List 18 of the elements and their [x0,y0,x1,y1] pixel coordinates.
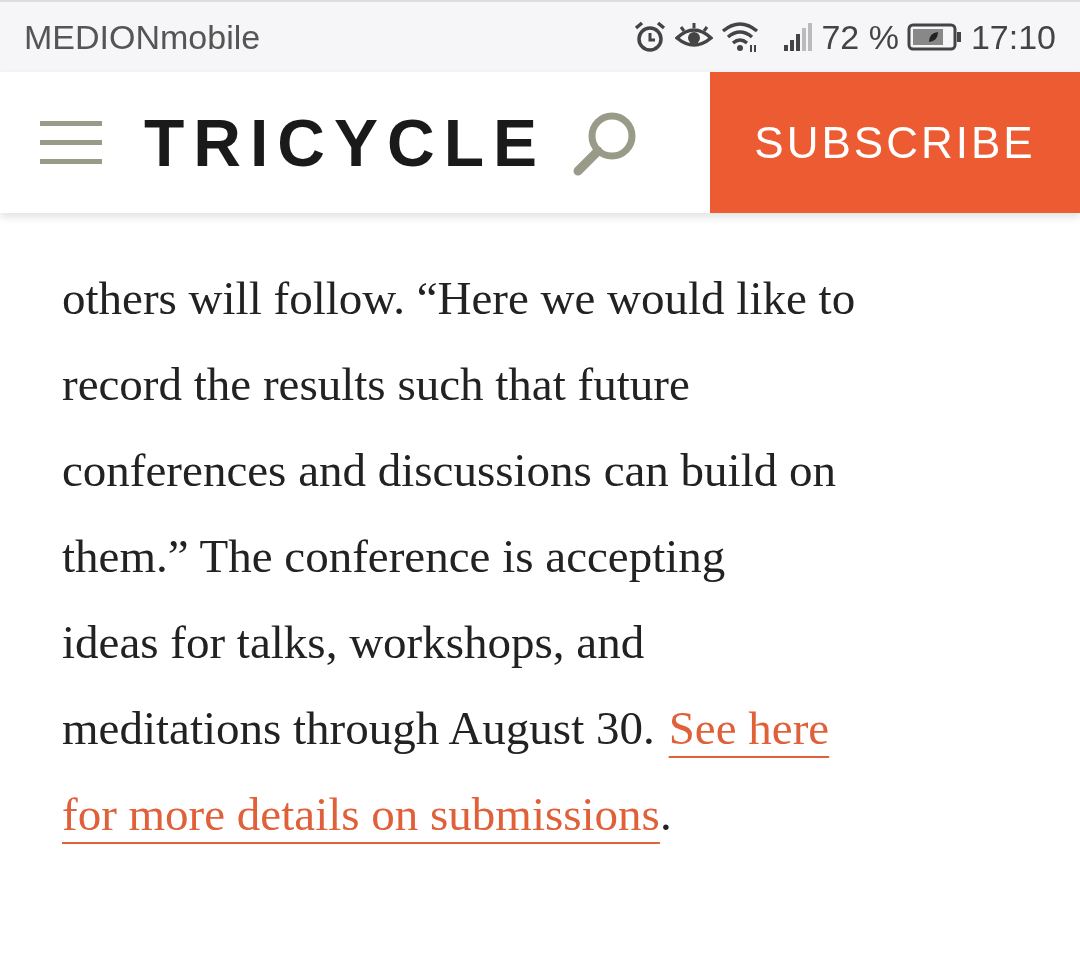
body-text: them.” The conference is accepting [62,530,726,582]
alarm-icon [633,20,668,54]
clock: 17:10 [970,17,1056,57]
battery-percent: 72 % [821,17,899,57]
body-text: meditations through August 30. [62,702,655,754]
signal-icon [783,23,814,51]
link[interactable]: for more details on submissions [62,788,660,840]
body-text: ideas for talks, workshops, and [62,616,645,668]
site-logo[interactable]: TRICYCLE [144,104,546,181]
subscribe-button[interactable]: SUBSCRIBE [710,72,1080,213]
link[interactable]: See here [668,702,830,754]
body-text: conferences and discussions can build on [62,444,836,496]
carrier-name: MEDIONmobile [24,17,261,57]
body-text: . [659,788,672,840]
body-text: others will follow. “Here we would like to [62,272,856,324]
battery-icon [906,23,963,51]
body-text: record the results such that future [62,358,690,410]
menu-icon[interactable] [40,120,102,165]
